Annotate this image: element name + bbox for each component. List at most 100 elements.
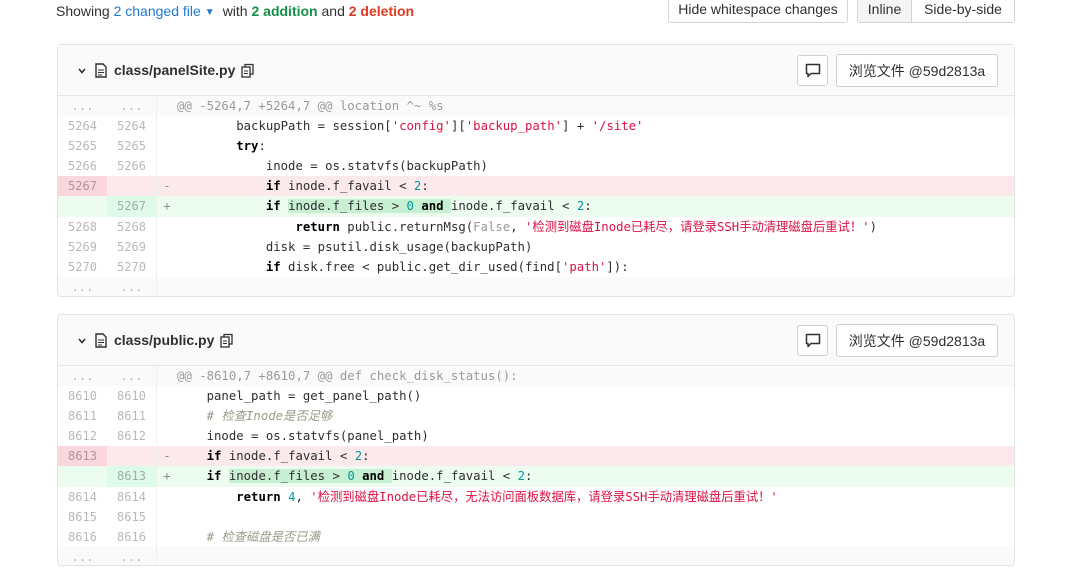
expand-up[interactable]: ... bbox=[107, 96, 157, 117]
file-header: class/public.py 浏览文件 @59d2813a bbox=[58, 315, 1014, 366]
diff-stats-summary: Showing 2 changed file ▼ with 2 addition a… bbox=[56, 3, 414, 19]
comment-icon bbox=[805, 63, 820, 78]
summary-with: with bbox=[222, 3, 248, 19]
additions-count: 2 addition bbox=[251, 3, 318, 19]
code-content: # 检查磁盘是否已满 bbox=[206, 529, 320, 544]
new-line-number[interactable]: 8613 bbox=[107, 466, 157, 487]
old-line-number[interactable]: 8612 bbox=[58, 426, 107, 446]
old-line-number[interactable]: 5267 bbox=[58, 176, 107, 197]
chevron-down-icon[interactable] bbox=[78, 67, 86, 75]
new-line-number[interactable]: 5268 bbox=[107, 216, 157, 237]
copy-icon[interactable] bbox=[241, 63, 255, 79]
old-line-number[interactable] bbox=[58, 196, 107, 217]
expand-down[interactable]: ... bbox=[107, 546, 157, 565]
code-content: panel_path = get_panel_path() bbox=[206, 389, 422, 404]
new-line-number[interactable]: 5267 bbox=[107, 196, 157, 217]
changed-files-dropdown[interactable]: 2 changed file bbox=[114, 3, 201, 19]
removed-line: 8613 - if inode.f_favail < 2: bbox=[58, 446, 1014, 467]
code-content: disk = psutil.disk_usage(backupPath) bbox=[265, 239, 533, 254]
comment-icon bbox=[805, 333, 820, 348]
old-line-number[interactable]: 8611 bbox=[58, 406, 107, 426]
hunk-header: @@ -8610,7 +8610,7 @@ def check_disk_sta… bbox=[177, 366, 1014, 387]
side-by-side-button[interactable]: Side-by-side bbox=[911, 0, 1015, 23]
view-file-button[interactable]: 浏览文件 @59d2813a bbox=[836, 324, 998, 357]
diff-table: ... ... @@ -5264,7 +5264,7 @@ location ^… bbox=[58, 96, 1014, 296]
new-line-number[interactable]: 8615 bbox=[107, 506, 157, 527]
old-line-number[interactable]: 8615 bbox=[58, 507, 107, 527]
expand-down[interactable]: ... bbox=[58, 276, 107, 296]
new-line-number[interactable]: 8616 bbox=[107, 526, 157, 547]
old-line-number[interactable]: 5265 bbox=[58, 136, 107, 156]
hunk-header-line: ... ... @@ -5264,7 +5264,7 @@ location ^… bbox=[58, 96, 1014, 117]
inline-view-button[interactable]: Inline bbox=[857, 0, 912, 23]
old-line-number[interactable]: 8616 bbox=[58, 527, 107, 547]
toggle-comments-button[interactable] bbox=[797, 55, 828, 86]
file-icon bbox=[95, 333, 107, 348]
expand-down[interactable]: ... bbox=[58, 546, 107, 565]
diff-file-public: class/public.py 浏览文件 @59d2813a ... ... @… bbox=[57, 314, 1015, 566]
added-sign: + bbox=[163, 469, 171, 484]
hide-whitespace-button[interactable]: Hide whitespace changes bbox=[668, 0, 848, 23]
new-line-number[interactable]: 5269 bbox=[107, 236, 157, 257]
added-sign: + bbox=[163, 199, 171, 214]
diff-summary-bar: Showing 2 changed file ▼ with 2 addition a… bbox=[0, 0, 1086, 24]
copy-icon[interactable] bbox=[220, 333, 234, 349]
old-line-number[interactable]: 5266 bbox=[58, 156, 107, 176]
diff-line: 5265 5265 try: bbox=[58, 136, 1014, 157]
expand-line: ... ... bbox=[58, 276, 1014, 296]
file-header: class/panelSite.py 浏览文件 @59d2813a bbox=[58, 45, 1014, 96]
code-content: if inode.f_files > 0 and inode.f_favail … bbox=[206, 469, 533, 484]
file-path[interactable]: class/public.py bbox=[114, 332, 214, 348]
diff-line: 5266 5266 inode = os.statvfs(backupPath) bbox=[58, 156, 1014, 177]
old-line-number[interactable]: 8610 bbox=[58, 386, 107, 406]
new-line-number[interactable]: 8612 bbox=[107, 426, 157, 447]
diff-line: 5268 5268 return public.returnMsg(False,… bbox=[58, 216, 1014, 237]
code-content: if disk.free < public.get_dir_used(find[… bbox=[265, 259, 629, 274]
view-file-button[interactable]: 浏览文件 @59d2813a bbox=[836, 54, 998, 87]
old-line-number[interactable]: 8613 bbox=[58, 446, 107, 467]
old-line-number[interactable]: 5264 bbox=[58, 116, 107, 136]
expand-up[interactable]: ... bbox=[58, 366, 107, 387]
diff-line: 8616 8616 # 检查磁盘是否已满 bbox=[58, 526, 1014, 547]
code-content: if inode.f_favail < 2: bbox=[206, 449, 370, 464]
inline-change-highlight: inode.f_files > 0 and bbox=[288, 199, 451, 214]
new-line-number[interactable] bbox=[107, 446, 157, 467]
old-line-number[interactable]: 8614 bbox=[58, 487, 107, 507]
new-line-number[interactable]: 5265 bbox=[107, 136, 157, 157]
code-content: inode = os.statvfs(panel_path) bbox=[206, 429, 429, 444]
diff-line: 5270 5270 if disk.free < public.get_dir_… bbox=[58, 256, 1014, 277]
file-path[interactable]: class/panelSite.py bbox=[114, 62, 235, 78]
code-content: return 4, '检测到磁盘Inode已耗尽，无法访问面板数据库，请登录SS… bbox=[236, 489, 778, 504]
diff-line: 8611 8611 # 检查Inode是否足够 bbox=[58, 406, 1014, 427]
inline-change-highlight: inode.f_files > 0 and bbox=[228, 469, 392, 484]
old-line-number[interactable]: 5269 bbox=[58, 237, 107, 257]
hunk-header-line: ... ... @@ -8610,7 +8610,7 @@ def check_… bbox=[58, 366, 1014, 387]
old-line-number[interactable]: 5268 bbox=[58, 217, 107, 237]
toggle-comments-button[interactable] bbox=[797, 325, 828, 356]
new-line-number[interactable] bbox=[107, 176, 157, 197]
chevron-down-icon[interactable] bbox=[78, 337, 86, 345]
chevron-down-icon[interactable]: ▼ bbox=[205, 7, 215, 18]
old-line-number[interactable]: 5270 bbox=[58, 257, 107, 277]
expand-line: ... ... bbox=[58, 546, 1014, 565]
new-line-number[interactable]: 5270 bbox=[107, 256, 157, 277]
code-content: if inode.f_favail < 2: bbox=[265, 179, 429, 194]
summary-and: and bbox=[321, 3, 345, 19]
old-line-number[interactable] bbox=[58, 466, 107, 487]
new-line-number[interactable]: 8611 bbox=[107, 406, 157, 427]
diff-file-panelsite: class/panelSite.py 浏览文件 @59d2813a ... ..… bbox=[57, 44, 1015, 297]
new-line-number[interactable]: 5266 bbox=[107, 156, 157, 177]
added-line: 8613 + if inode.f_files > 0 and inode.f_… bbox=[58, 466, 1014, 487]
removed-line: 5267 - if inode.f_favail < 2: bbox=[58, 176, 1014, 197]
expand-up[interactable]: ... bbox=[107, 366, 157, 387]
diff-line: 8615 8615 bbox=[58, 506, 1014, 527]
hunk-header: @@ -5264,7 +5264,7 @@ location ^~ %s bbox=[177, 96, 1014, 117]
code-content: backupPath = session['config']['backup_p… bbox=[236, 119, 644, 134]
deletions-count: 2 deletion bbox=[348, 3, 415, 19]
expand-down[interactable]: ... bbox=[107, 276, 157, 296]
new-line-number[interactable]: 8610 bbox=[107, 386, 157, 407]
expand-up[interactable]: ... bbox=[58, 96, 107, 117]
removed-sign: - bbox=[163, 179, 171, 194]
new-line-number[interactable]: 5264 bbox=[107, 116, 157, 137]
new-line-number[interactable]: 8614 bbox=[107, 486, 157, 507]
